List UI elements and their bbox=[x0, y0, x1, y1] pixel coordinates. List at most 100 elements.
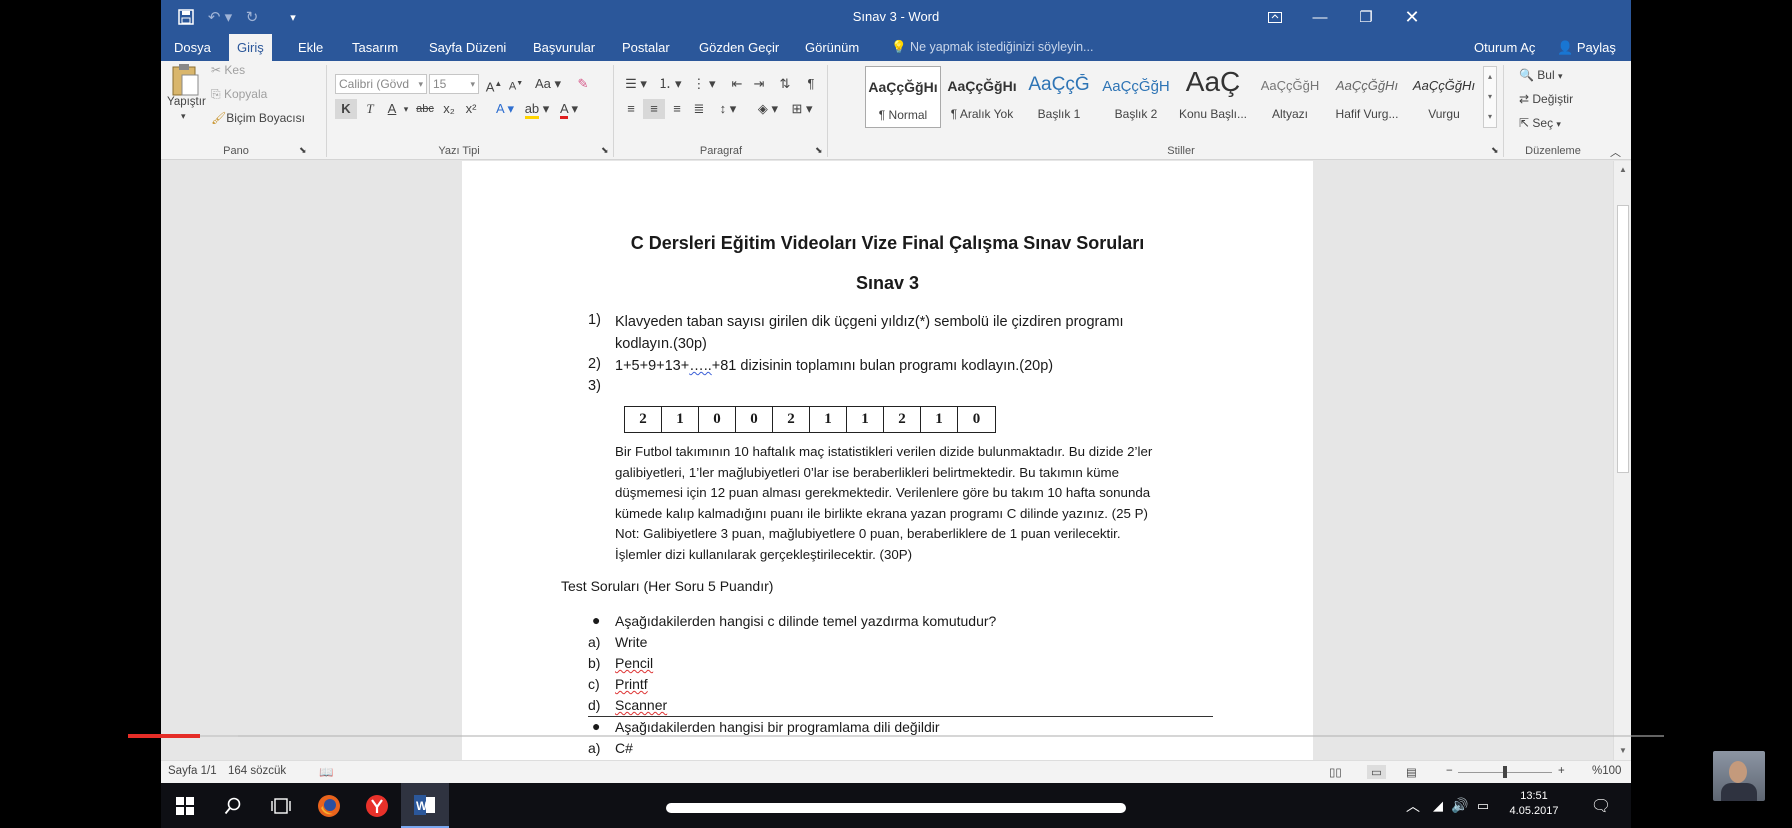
web-layout-icon[interactable]: ▤ bbox=[1406, 765, 1417, 779]
strikethrough-button[interactable]: abc bbox=[413, 99, 437, 119]
tab-mailings[interactable]: Postalar bbox=[614, 34, 678, 61]
italic-button[interactable]: T bbox=[361, 99, 379, 119]
zoom-slider[interactable] bbox=[1458, 766, 1552, 778]
format-painter-button[interactable]: 🖌Biçim Boyacısı bbox=[211, 111, 305, 125]
volume-icon[interactable]: 🔊 bbox=[1449, 783, 1471, 828]
change-case-icon[interactable]: Aa ▾ bbox=[533, 74, 563, 94]
tab-references[interactable]: Başvurular bbox=[525, 34, 603, 61]
subscript-button[interactable]: x₂ bbox=[439, 99, 459, 119]
restore-button[interactable]: ❐ bbox=[1343, 0, 1389, 34]
cut-button[interactable]: ✂ Kes bbox=[211, 63, 245, 77]
tab-layout[interactable]: Sayfa Düzeni bbox=[421, 34, 514, 61]
page[interactable]: C Dersleri Eğitim Videoları Vize Final Ç… bbox=[462, 161, 1313, 760]
zoom-thumb[interactable] bbox=[1503, 766, 1507, 778]
pilcrow-icon[interactable]: ¶ bbox=[801, 74, 821, 94]
sequence-cell: 1 bbox=[662, 407, 699, 432]
underline-button[interactable]: A bbox=[383, 99, 401, 119]
tell-me-box[interactable]: 💡 Ne yapmak istediğinizi söyleyin... bbox=[891, 34, 1093, 61]
page-count[interactable]: Sayfa 1/1 bbox=[168, 765, 217, 777]
style-title[interactable]: AaÇ Konu Başlı... bbox=[1175, 66, 1251, 128]
windows-start-icon[interactable] bbox=[161, 783, 209, 828]
copy-button[interactable]: ⎘ Kopyala bbox=[211, 87, 267, 102]
bold-button[interactable]: K bbox=[335, 99, 357, 119]
sort-icon[interactable]: ⇅ bbox=[775, 74, 795, 94]
tab-review[interactable]: Gözden Geçir bbox=[691, 34, 787, 61]
show-hidden-icons-icon[interactable]: ︿ bbox=[1399, 783, 1427, 828]
font-color-icon[interactable]: A ▾ bbox=[555, 99, 583, 119]
select-button[interactable]: ⇱ Seç ▾ bbox=[1519, 116, 1561, 130]
proofing-icon[interactable]: 📖 bbox=[319, 765, 333, 779]
zoom-level[interactable]: %100 bbox=[1592, 765, 1621, 777]
search-icon[interactable] bbox=[209, 783, 257, 828]
style-subtitle[interactable]: AaÇçĞğH Altyazı bbox=[1252, 66, 1328, 128]
firefox-icon[interactable] bbox=[305, 783, 353, 828]
style-heading-1[interactable]: AaÇçĞ Başlık 1 bbox=[1021, 66, 1097, 128]
read-mode-icon[interactable]: ▯▯ bbox=[1329, 765, 1342, 779]
shading-icon[interactable]: ◈ ▾ bbox=[753, 99, 783, 119]
share-button[interactable]: 👤 Paylaş bbox=[1549, 34, 1624, 61]
font-launcher-icon[interactable]: ⬊ bbox=[601, 145, 609, 156]
clipboard-launcher-icon[interactable]: ⬊ bbox=[299, 145, 307, 156]
justify-icon[interactable]: ≣ bbox=[689, 99, 709, 119]
increase-indent-icon[interactable]: ⇥ bbox=[749, 74, 769, 94]
grow-font-icon[interactable]: A▲ bbox=[485, 74, 503, 94]
zoom-out-icon[interactable]: − bbox=[1446, 765, 1453, 777]
highlight-icon[interactable]: ab ▾ bbox=[523, 99, 551, 119]
numbering-icon[interactable]: ⒈ ▾ bbox=[655, 74, 685, 94]
borders-icon[interactable]: ⊞ ▾ bbox=[787, 99, 817, 119]
network-icon[interactable]: ◢ bbox=[1427, 783, 1449, 828]
styles-scroll[interactable]: ▴ ▾ ▾ bbox=[1483, 66, 1497, 128]
scroll-up-icon[interactable]: ▲ bbox=[1614, 163, 1631, 177]
align-left-icon[interactable]: ≡ bbox=[621, 99, 641, 119]
minimize-button[interactable]: — bbox=[1297, 0, 1343, 34]
collapse-ribbon-icon[interactable]: ︿ bbox=[1610, 144, 1621, 160]
close-button[interactable]: ✕ bbox=[1389, 0, 1435, 34]
underline-dropdown-icon[interactable]: ▾ bbox=[401, 99, 411, 119]
shrink-font-icon[interactable]: A▼ bbox=[507, 74, 525, 94]
signin-link[interactable]: Oturum Aç bbox=[1466, 34, 1543, 61]
battery-icon[interactable]: ▭ bbox=[1471, 783, 1495, 828]
video-progress-played[interactable] bbox=[128, 734, 200, 738]
multilevel-list-icon[interactable]: ⋮ ▾ bbox=[689, 74, 719, 94]
superscript-button[interactable]: x² bbox=[461, 99, 481, 119]
align-right-icon[interactable]: ≡ bbox=[667, 99, 687, 119]
font-name-select[interactable]: Calibri (Gövd ▾ bbox=[335, 74, 427, 94]
paste-button[interactable]: Yapıştır ▾ bbox=[167, 63, 206, 131]
replace-button[interactable]: ⇄ Değiştir bbox=[1519, 92, 1573, 106]
clear-formatting-icon[interactable]: ✎ bbox=[573, 74, 593, 94]
tab-home[interactable]: Giriş bbox=[229, 34, 272, 61]
scroll-down-icon[interactable]: ▼ bbox=[1614, 744, 1631, 758]
task-view-icon[interactable] bbox=[257, 783, 305, 828]
print-layout-icon[interactable]: ▭ bbox=[1367, 765, 1386, 779]
word-count[interactable]: 164 sözcük bbox=[228, 765, 286, 777]
word-taskbar-icon[interactable]: W bbox=[401, 783, 449, 828]
video-progress-track[interactable] bbox=[128, 735, 1664, 737]
bullets-icon[interactable]: ☰ ▾ bbox=[621, 74, 651, 94]
tab-design[interactable]: Tasarım bbox=[344, 34, 406, 61]
style-heading-2[interactable]: AaÇçĞğH Başlık 2 bbox=[1098, 66, 1174, 128]
style-subtle-emphasis[interactable]: AaÇçĞğHı Hafif Vurg... bbox=[1329, 66, 1405, 128]
text-effects-icon[interactable]: A ▾ bbox=[491, 99, 519, 119]
styles-launcher-icon[interactable]: ⬊ bbox=[1491, 145, 1499, 156]
align-center-icon[interactable]: ≡ bbox=[643, 99, 665, 119]
line-spacing-icon[interactable]: ↕ ▾ bbox=[713, 99, 743, 119]
tab-insert[interactable]: Ekle bbox=[290, 34, 331, 61]
font-size-select[interactable]: 15 ▾ bbox=[429, 74, 479, 94]
style-emphasis[interactable]: AaÇçĞğHı Vurgu bbox=[1406, 66, 1482, 128]
zoom-in-icon[interactable]: + bbox=[1558, 765, 1565, 777]
ribbon-display-icon[interactable] bbox=[1252, 0, 1298, 34]
clock[interactable]: 13:51 4.05.2017 bbox=[1499, 789, 1569, 819]
paragraph-launcher-icon[interactable]: ⬊ bbox=[815, 145, 823, 156]
vertical-scrollbar[interactable]: ▲ ▼ bbox=[1613, 161, 1631, 760]
yandex-browser-icon[interactable] bbox=[353, 783, 401, 828]
notifications-icon[interactable]: 🗨 bbox=[1581, 783, 1621, 828]
tab-view[interactable]: Görünüm bbox=[797, 34, 867, 61]
home-indicator[interactable] bbox=[666, 803, 1126, 813]
decrease-indent-icon[interactable]: ⇤ bbox=[727, 74, 747, 94]
status-bar: Sayfa 1/1 164 sözcük 📖 ▯▯ ▭ ▤ − + %100 bbox=[161, 760, 1631, 783]
style-no-spacing[interactable]: AaÇçĞğHı ¶ Aralık Yok bbox=[944, 66, 1020, 128]
tab-file[interactable]: Dosya bbox=[166, 34, 219, 61]
scroll-thumb[interactable] bbox=[1617, 205, 1629, 473]
find-button[interactable]: 🔍 Bul ▾ bbox=[1519, 68, 1563, 82]
style-normal[interactable]: AaÇçĞğHı ¶ Normal bbox=[865, 66, 941, 128]
